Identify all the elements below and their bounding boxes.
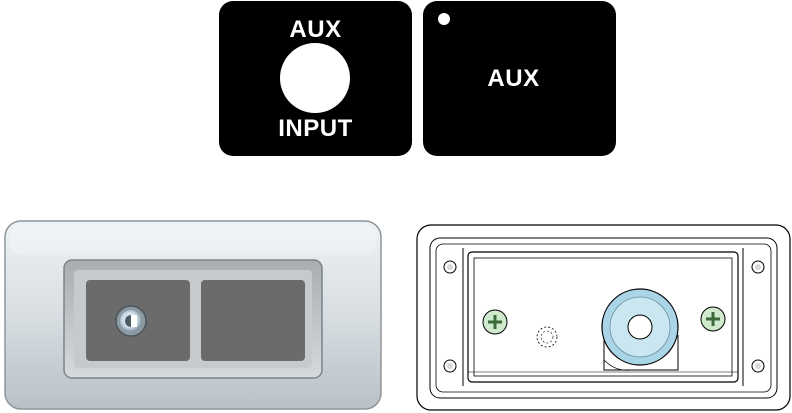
- jack-hole-icon: [280, 43, 350, 113]
- panel-front-render: [4, 220, 382, 410]
- label-bottom-text: INPUT: [278, 115, 353, 142]
- label-mid-text: AUX: [487, 65, 540, 92]
- label-top-text: AUX: [289, 16, 342, 43]
- aux-input-label-tile: AUX INPUT: [219, 1, 412, 156]
- panel-back-render: [416, 224, 791, 411]
- aux-label-tile: AUX: [423, 1, 616, 156]
- indicator-dot-icon: [438, 13, 450, 25]
